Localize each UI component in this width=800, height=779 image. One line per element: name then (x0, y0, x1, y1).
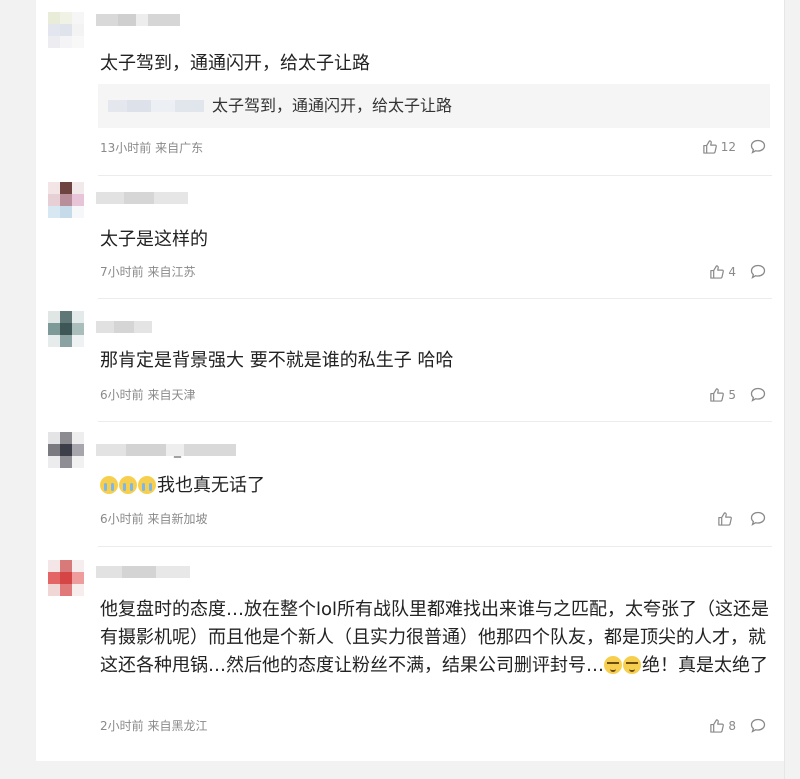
thumbs-up-icon (709, 264, 725, 279)
username[interactable] (96, 14, 180, 26)
comment-item: _ 我也真无话了 6小时前 来自新加坡 (36, 422, 784, 547)
like-button[interactable]: 12 (702, 139, 736, 154)
crying-face-emoji (119, 476, 137, 494)
comment-meta: 6小时前 来自天津 (100, 387, 195, 403)
comment-text: 太子驾到，通通闪开，给太子让路 (100, 53, 370, 74)
comment-bubble-icon[interactable] (750, 718, 766, 733)
comment-location: 来自黑龙江 (147, 719, 208, 733)
page-edge (784, 0, 785, 779)
comment-text: 他复盘时的态度…放在整个lol所有战队里都难找出来谁与之匹配，太夸张了（这还是有… (100, 596, 770, 680)
like-button[interactable]: 5 (709, 387, 736, 402)
comment-bubble-icon[interactable] (750, 511, 766, 526)
like-button[interactable] (717, 511, 736, 526)
thumbs-up-icon (709, 387, 725, 402)
comment-text: 那肯定是背景强大 要不就是谁的私生子 哈哈 (100, 350, 454, 371)
avatar[interactable] (48, 12, 84, 48)
comment-text: 我也真无话了 (100, 472, 770, 500)
comment-time: 6小时前 (100, 388, 144, 402)
comment-meta: 6小时前 来自新加坡 (100, 511, 207, 527)
comment-item: 他复盘时的态度…放在整个lol所有战队里都难找出来谁与之匹配，太夸张了（这还是有… (36, 546, 784, 761)
comment-meta: 13小时前 来自广东 (100, 140, 203, 156)
comment-text: 太子是这样的 (100, 229, 208, 250)
username[interactable] (96, 566, 190, 578)
username-separator: _ (174, 442, 181, 458)
avatar[interactable] (48, 560, 84, 596)
comment-list: 太子驾到，通通闪开，给太子让路 太子驾到，通通闪开，给太子让路 13小时前 来自… (36, 0, 784, 761)
username[interactable] (96, 444, 236, 456)
like-count: 8 (728, 718, 736, 733)
comment-time: 6小时前 (100, 512, 144, 526)
comment-item: 太子驾到，通通闪开，给太子让路 太子驾到，通通闪开，给太子让路 13小时前 来自… (36, 0, 784, 176)
crying-face-emoji (138, 476, 156, 494)
avatar[interactable] (48, 432, 84, 468)
comment-text-content: 我也真无话了 (157, 475, 265, 496)
thumbs-up-icon (709, 718, 725, 733)
like-count: 4 (728, 264, 736, 279)
crying-face-emoji (100, 476, 118, 494)
smug-face-emoji (623, 656, 641, 674)
avatar[interactable] (48, 311, 84, 347)
comment-location: 来自天津 (147, 388, 196, 402)
comment-bubble-icon[interactable] (750, 139, 766, 154)
comment-bubble-icon[interactable] (750, 387, 766, 402)
comment-item: 那肯定是背景强大 要不就是谁的私生子 哈哈 6小时前 来自天津 5 (36, 299, 784, 422)
like-count: 5 (728, 387, 736, 402)
like-button[interactable]: 8 (709, 718, 736, 733)
avatar[interactable] (48, 182, 84, 218)
comment-actions (717, 511, 766, 526)
quoted-comment[interactable]: 太子驾到，通通闪开，给太子让路 (98, 84, 770, 128)
comment-location: 来自江苏 (147, 265, 196, 279)
comment-item: 太子是这样的 7小时前 来自江苏 4 (36, 176, 784, 299)
quoted-text: 太子驾到，通通闪开，给太子让路 (212, 96, 453, 115)
quoted-username (108, 100, 204, 112)
comment-actions: 4 (709, 264, 766, 279)
comment-meta: 7小时前 来自江苏 (100, 264, 195, 280)
smug-face-emoji (604, 656, 622, 674)
comment-time: 13小时前 (100, 141, 152, 155)
like-button[interactable]: 4 (709, 264, 736, 279)
comment-time: 2小时前 (100, 719, 144, 733)
like-count: 12 (720, 139, 736, 154)
comment-location: 来自广东 (155, 141, 204, 155)
comment-meta: 2小时前 来自黑龙江 (100, 718, 207, 734)
thumbs-up-icon (702, 139, 717, 154)
username[interactable] (96, 192, 188, 204)
username[interactable] (96, 321, 152, 333)
comment-location: 来自新加坡 (147, 512, 208, 526)
comment-actions: 8 (709, 718, 766, 733)
thumbs-up-icon (717, 511, 732, 526)
comment-text-content-end: 绝！真是太绝了 (642, 655, 768, 676)
comment-actions: 5 (709, 387, 766, 402)
comment-bubble-icon[interactable] (750, 264, 766, 279)
comment-time: 7小时前 (100, 265, 144, 279)
comment-actions: 12 (702, 139, 766, 154)
